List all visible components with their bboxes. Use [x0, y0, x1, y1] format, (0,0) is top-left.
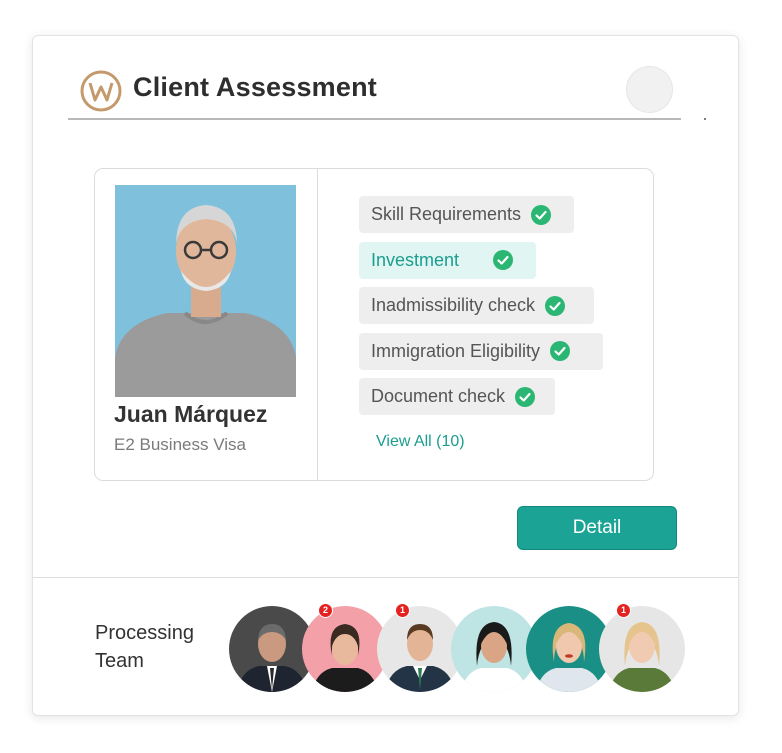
check-item-investment[interactable]: Investment	[359, 241, 536, 279]
check-item-label: Inadmissibility check	[371, 295, 536, 315]
decorative-dot	[704, 118, 706, 120]
panel-divider	[317, 169, 318, 480]
check-item-label: Document check	[371, 386, 506, 406]
footer-divider	[33, 577, 738, 578]
page-title: Client Assessment	[133, 72, 377, 102]
check-item-label: Immigration Eligibility	[371, 340, 541, 361]
team-member-avatar[interactable]	[599, 606, 685, 692]
w-logo-icon	[79, 69, 123, 113]
client-visa-type: E2 Business Visa	[114, 435, 246, 454]
check-item-skill-requirements[interactable]: Skill Requirements	[359, 196, 574, 233]
check-item-label: Skill Requirements	[371, 204, 522, 224]
view-all-link[interactable]: View All (10)	[376, 433, 465, 451]
check-complete-icon	[531, 204, 552, 225]
header-action-button[interactable]	[626, 66, 673, 113]
processing-team-label: Processing Team	[95, 622, 194, 672]
detail-button[interactable]: Detail	[517, 506, 677, 550]
client-photo	[115, 185, 296, 397]
check-item-immigration-eligibility[interactable]: Immigration Eligibility	[359, 332, 603, 370]
assessment-checklist: Skill Requirements Investment Inadmissib…	[359, 196, 603, 424]
team-member-avatar[interactable]	[302, 606, 388, 692]
title-underline	[68, 118, 681, 120]
team-member-avatar[interactable]	[451, 606, 537, 692]
notification-badge: 2	[318, 603, 333, 618]
check-complete-icon	[550, 341, 571, 361]
client-name: Juan Márquez	[114, 401, 268, 427]
client-summary-panel: Juan Márquez E2 Business Visa Skill Requ…	[94, 168, 654, 481]
check-complete-icon	[493, 250, 514, 270]
check-item-inadmissibility[interactable]: Inadmissibility check	[359, 287, 594, 324]
check-complete-icon	[545, 295, 566, 316]
check-item-document-check[interactable]: Document check	[359, 378, 555, 415]
notification-badge: 1	[616, 603, 631, 618]
client-assessment-card: Client Assessment Juan Márquez E2 Busine…	[32, 35, 739, 716]
check-item-label: Investment	[371, 249, 460, 270]
notification-badge: 1	[395, 603, 410, 618]
check-complete-icon	[515, 386, 536, 407]
